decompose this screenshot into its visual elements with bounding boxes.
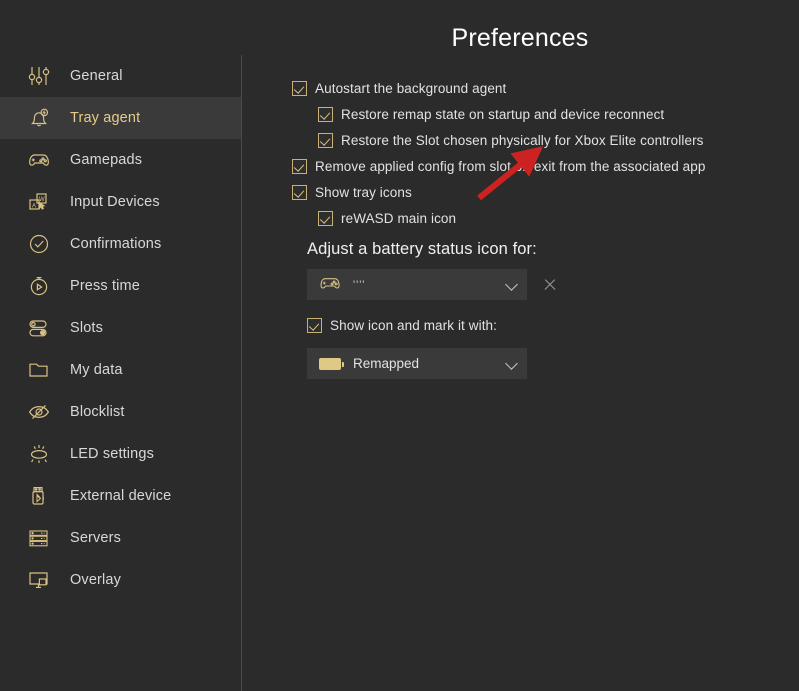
usb-bluetooth-icon: [22, 479, 56, 513]
sidebar-item-label: Press time: [70, 278, 140, 294]
chevron-down-icon: [506, 357, 519, 370]
sidebar-item-label: Confirmations: [70, 236, 162, 252]
monitor-overlay-icon: [22, 563, 56, 597]
option-remove-applied-config[interactable]: Remove applied config from slot on exit …: [292, 153, 799, 179]
checkbox[interactable]: [292, 80, 307, 96]
chevron-down-icon: [506, 278, 519, 291]
checkbox[interactable]: [292, 158, 307, 174]
device-dropdown-row: '''': [307, 269, 799, 300]
toggles-icon: [22, 311, 56, 345]
mark-dropdown[interactable]: Remapped: [307, 348, 527, 379]
sidebar-item-external-device[interactable]: External device: [0, 475, 241, 517]
sidebar-item-slots[interactable]: Slots: [0, 307, 241, 349]
preferences-window: General Tray agent Gamepads W A Input De…: [0, 0, 799, 691]
stopwatch-play-icon: [22, 269, 56, 303]
sidebar-item-label: My data: [70, 362, 123, 378]
checkbox[interactable]: [307, 317, 322, 333]
option-restore-slot-xbox-elite[interactable]: Restore the Slot chosen physically for X…: [292, 127, 799, 153]
sidebar-item-label: Blocklist: [70, 404, 125, 420]
gamepad-icon: [317, 275, 343, 295]
sidebar-item-label: Gamepads: [70, 152, 143, 168]
sidebar-item-my-data[interactable]: My data: [0, 349, 241, 391]
battery-section-heading: Adjust a battery status icon for:: [307, 240, 537, 258]
led-light-icon: [22, 437, 56, 471]
option-rewasd-main-icon[interactable]: reWASD main icon: [292, 205, 799, 231]
keyboard-cursor-icon: W A: [22, 185, 56, 219]
sidebar-item-label: Slots: [70, 320, 103, 336]
battery-status-section: Adjust a battery status icon for: '''' S…: [307, 240, 799, 379]
option-label: Show icon and mark it with:: [330, 317, 498, 333]
sidebar-item-label: General: [70, 68, 123, 84]
sidebar-item-general[interactable]: General: [0, 55, 241, 97]
option-label: reWASD main icon: [341, 210, 457, 226]
svg-text:A: A: [32, 204, 36, 210]
sidebar-item-label: LED settings: [70, 446, 155, 462]
option-label: Autostart the background agent: [315, 80, 507, 96]
sidebar-item-blocklist[interactable]: Blocklist: [0, 391, 241, 433]
gamepad-icon: [22, 143, 56, 177]
option-label: Restore the Slot chosen physically for X…: [341, 132, 704, 148]
sidebar-item-confirmations[interactable]: Confirmations: [0, 223, 241, 265]
sidebar-item-servers[interactable]: Servers: [0, 517, 241, 559]
checkbox[interactable]: [318, 210, 333, 226]
checkbox[interactable]: [318, 132, 333, 148]
option-show-icon-and-mark[interactable]: Show icon and mark it with:: [307, 312, 799, 338]
option-show-tray-icons[interactable]: Show tray icons: [292, 179, 799, 205]
device-dropdown[interactable]: '''': [307, 269, 527, 300]
sidebar-item-label: Overlay: [70, 572, 122, 588]
page-title: Preferences: [451, 24, 589, 52]
sidebar-item-label: Input Devices: [70, 194, 160, 210]
bell-bolt-icon: [22, 101, 56, 135]
sidebar-item-tray-agent[interactable]: Tray agent: [0, 97, 241, 139]
device-dropdown-value: '''': [353, 278, 366, 291]
checkbox[interactable]: [292, 184, 307, 200]
close-icon[interactable]: [540, 275, 560, 295]
option-label: Restore remap state on startup and devic…: [341, 106, 665, 122]
mark-dropdown-value: Remapped: [353, 356, 420, 371]
server-rack-icon: [22, 521, 56, 555]
sidebar-item-label: Servers: [70, 530, 122, 546]
svg-text:W: W: [39, 197, 45, 203]
mark-dropdown-row: Remapped: [307, 348, 799, 379]
sidebar: General Tray agent Gamepads W A Input De…: [0, 0, 241, 691]
sidebar-item-input-devices[interactable]: W A Input Devices: [0, 181, 241, 223]
options-list: Autostart the background agent Restore r…: [292, 75, 799, 231]
eye-slash-icon: [22, 395, 56, 429]
checkbox[interactable]: [318, 106, 333, 122]
option-label: Remove applied config from slot on exit …: [315, 158, 706, 174]
folder-icon: [22, 353, 56, 387]
battery-icon: [317, 354, 344, 374]
check-circle-icon: [22, 227, 56, 261]
sidebar-item-press-time[interactable]: Press time: [0, 265, 241, 307]
sidebar-item-label: Tray agent: [70, 110, 141, 126]
option-autostart-background-agent[interactable]: Autostart the background agent: [292, 75, 799, 101]
sidebar-item-label: External device: [70, 488, 172, 504]
sidebar-item-overlay[interactable]: Overlay: [0, 559, 241, 601]
sidebar-item-led-settings[interactable]: LED settings: [0, 433, 241, 475]
sliders-icon: [22, 59, 56, 93]
option-restore-remap-state[interactable]: Restore remap state on startup and devic…: [292, 101, 799, 127]
option-label: Show tray icons: [315, 184, 412, 200]
sidebar-item-gamepads[interactable]: Gamepads: [0, 139, 241, 181]
main-content: Preferences Autostart the background age…: [241, 0, 799, 691]
